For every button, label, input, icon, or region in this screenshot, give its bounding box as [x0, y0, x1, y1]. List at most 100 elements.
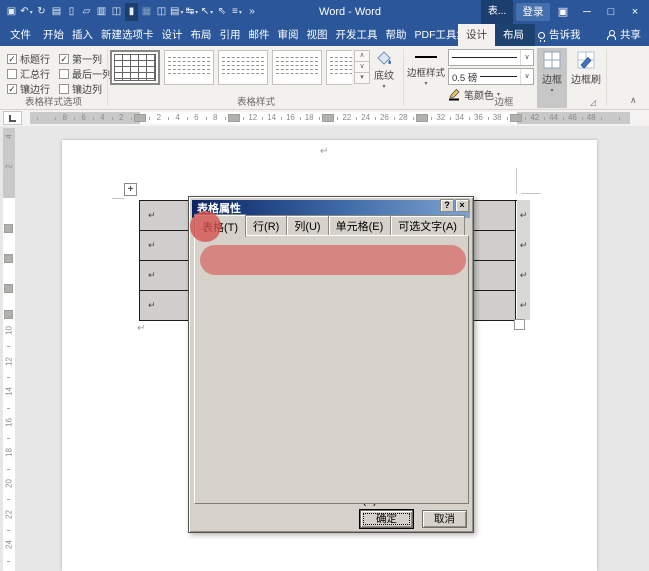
ribbon: ✓标题行✓第一列汇总行最后一列✓镶边行镶边列 表格样式选项 ∧ ∨ ▾ 底纹 ▾… — [0, 46, 649, 110]
tab-邮件[interactable]: 邮件 — [245, 24, 274, 46]
table-style-thumbnail[interactable] — [110, 50, 160, 85]
dialog-tab-列(U)[interactable]: 列(U) — [286, 215, 328, 236]
tab-设计[interactable]: 设计 — [158, 24, 187, 46]
table-row-marker[interactable] — [4, 224, 13, 233]
paragraph-mark: ↵ — [137, 323, 145, 334]
tab-审阅[interactable]: 审阅 — [274, 24, 303, 46]
shading-button[interactable]: 底纹 ▾ — [368, 51, 400, 90]
table-style-thumbnail[interactable] — [272, 50, 322, 85]
share-label: 共享 — [620, 24, 641, 46]
dropdown-caret-icon: ▾ — [382, 83, 385, 90]
tell-me[interactable]: 告诉我 — [538, 24, 581, 46]
ruler-number: 24 — [361, 113, 371, 122]
table-row-marker[interactable] — [4, 310, 13, 319]
tab-帮助[interactable]: 帮助 — [382, 24, 411, 46]
ribbon-display-options-icon[interactable]: ▣ — [551, 0, 575, 24]
tab-引用[interactable]: 引用 — [216, 24, 245, 46]
ribbon-tab-row: 文件 开始插入新建选项卡设计布局引用邮件审阅视图开发工具帮助PDF工具集 设计布… — [0, 24, 649, 46]
ruler-number: 48 — [586, 113, 596, 122]
ruler-number: 6 — [79, 113, 89, 122]
dropdown-caret-icon: ▾ — [195, 10, 198, 16]
contextual-tab-布局[interactable]: 布局 — [495, 24, 532, 46]
ruler-number: 14 — [267, 113, 277, 122]
draft-view-icon[interactable]: ▦ — [140, 3, 153, 21]
cancel-button[interactable]: 取消 — [422, 510, 467, 528]
table-move-handle[interactable]: + — [124, 183, 137, 196]
dialog-tab-行(R)[interactable]: 行(R) — [245, 215, 287, 236]
list-icon[interactable]: ≡▾ — [230, 3, 243, 21]
dialog-help-button[interactable]: ? — [440, 199, 454, 212]
ruler-number: 12 — [5, 356, 14, 366]
tab-视图[interactable]: 视图 — [303, 24, 332, 46]
checkbox-第一列[interactable]: ✓第一列 — [59, 51, 117, 66]
ruler-number: 8 — [60, 113, 70, 122]
ruler-number: 2 — [116, 113, 126, 122]
share-button[interactable]: 共享 — [607, 24, 641, 46]
new-document-icon[interactable]: ▯ — [65, 3, 78, 21]
ruler-number: 26 — [379, 113, 389, 122]
clipboard-icon[interactable]: ▤▾ — [170, 3, 183, 21]
select-object-icon[interactable]: ↖▾ — [200, 3, 213, 21]
close-button[interactable]: × — [623, 0, 647, 24]
tab-file[interactable]: 文件 — [2, 24, 39, 46]
ruler-number: 16 — [285, 113, 295, 122]
minimize-button[interactable]: ─ — [575, 0, 599, 24]
copy-icon[interactable]: ◫ — [110, 3, 123, 21]
line-weight-select[interactable]: 0.5 磅 ∨ — [448, 68, 534, 85]
table-column-marker[interactable] — [416, 114, 428, 122]
print-preview-icon[interactable]: ▤ — [50, 3, 63, 21]
line-style-select[interactable]: ∨ — [448, 49, 534, 66]
checkbox-最后一列[interactable]: 最后一列 — [59, 66, 117, 81]
checkbox-标题行[interactable]: ✓标题行 — [7, 51, 59, 66]
tab-新建选项卡[interactable]: 新建选项卡 — [97, 24, 158, 46]
person-icon — [607, 31, 616, 40]
text-width-icon[interactable]: ↹▾ — [185, 3, 198, 21]
tab-插入[interactable]: 插入 — [68, 24, 97, 46]
redo-icon[interactable]: ↻ — [35, 3, 48, 21]
more-commands-icon[interactable]: » — [245, 3, 258, 21]
contextual-tab-设计[interactable]: 设计 — [458, 24, 495, 46]
ok-button[interactable]: 确定 — [360, 510, 413, 528]
dialog-tab-单元格(E)[interactable]: 单元格(E) — [328, 215, 392, 236]
chevron-down-icon: ∨ — [520, 50, 533, 65]
table-styles-gallery — [110, 50, 352, 87]
pointer-icon[interactable]: ⇖ — [215, 3, 228, 21]
border-styles-button[interactable]: 边框样式 ▾ — [406, 52, 446, 87]
checkbox-汇总行[interactable]: 汇总行 — [7, 66, 59, 81]
line-weight-value: 0.5 磅 — [449, 70, 477, 84]
dialog-tabs: 表格(T)行(R)列(U)单元格(E)可选文字(A) — [194, 219, 464, 236]
table-column-marker[interactable] — [510, 114, 522, 122]
save-icon[interactable]: ▣ — [5, 3, 18, 21]
checkbox-icon: ✓ — [59, 54, 69, 64]
open-icon[interactable]: ▱ — [80, 3, 93, 21]
table-column-marker[interactable] — [228, 114, 240, 122]
maximize-button[interactable]: □ — [599, 0, 623, 24]
tab-开始[interactable]: 开始 — [39, 24, 68, 46]
table-style-thumbnail[interactable] — [218, 50, 268, 85]
borders-label: 边框 — [542, 71, 562, 86]
paste-icon[interactable]: ▥ — [95, 3, 108, 21]
tab-stop-selector[interactable] — [3, 111, 22, 125]
two-pages-icon[interactable]: ◫ — [155, 3, 168, 21]
collapse-ribbon-icon[interactable]: ∧ — [630, 95, 637, 106]
table-style-thumbnail[interactable] — [164, 50, 214, 85]
tab-布局[interactable]: 布局 — [187, 24, 216, 46]
dialog-launcher-icon[interactable]: ◿ — [590, 98, 596, 107]
vertical-ruler[interactable]: 42101214161820222426 — [3, 128, 15, 571]
table-resize-handle[interactable] — [514, 319, 525, 330]
ruler-row: 8642246812141618222426283234363842444648 — [0, 110, 649, 126]
dialog-tab-表格(T)[interactable]: 表格(T) — [194, 214, 246, 237]
horizontal-ruler[interactable]: 8642246812141618222426283234363842444648 — [30, 112, 630, 124]
group-label-style-options: 表格样式选项 — [0, 94, 107, 108]
tab-开发工具[interactable]: 开发工具 — [332, 24, 382, 46]
dialog-close-button[interactable]: × — [455, 199, 469, 212]
tell-me-label: 告诉我 — [549, 24, 581, 46]
dialog-tab-可选文字(A)[interactable]: 可选文字(A) — [390, 215, 465, 236]
ruler-number: 16 — [5, 417, 14, 427]
reading-mode-icon[interactable]: ▮ — [125, 3, 138, 21]
table-column-marker[interactable] — [322, 114, 334, 122]
table-column-marker[interactable] — [134, 114, 146, 122]
table-style-thumbnail[interactable] — [326, 50, 352, 85]
undo-icon[interactable]: ↶▾ — [20, 3, 33, 21]
sign-in-button[interactable]: 登录 — [516, 3, 550, 21]
